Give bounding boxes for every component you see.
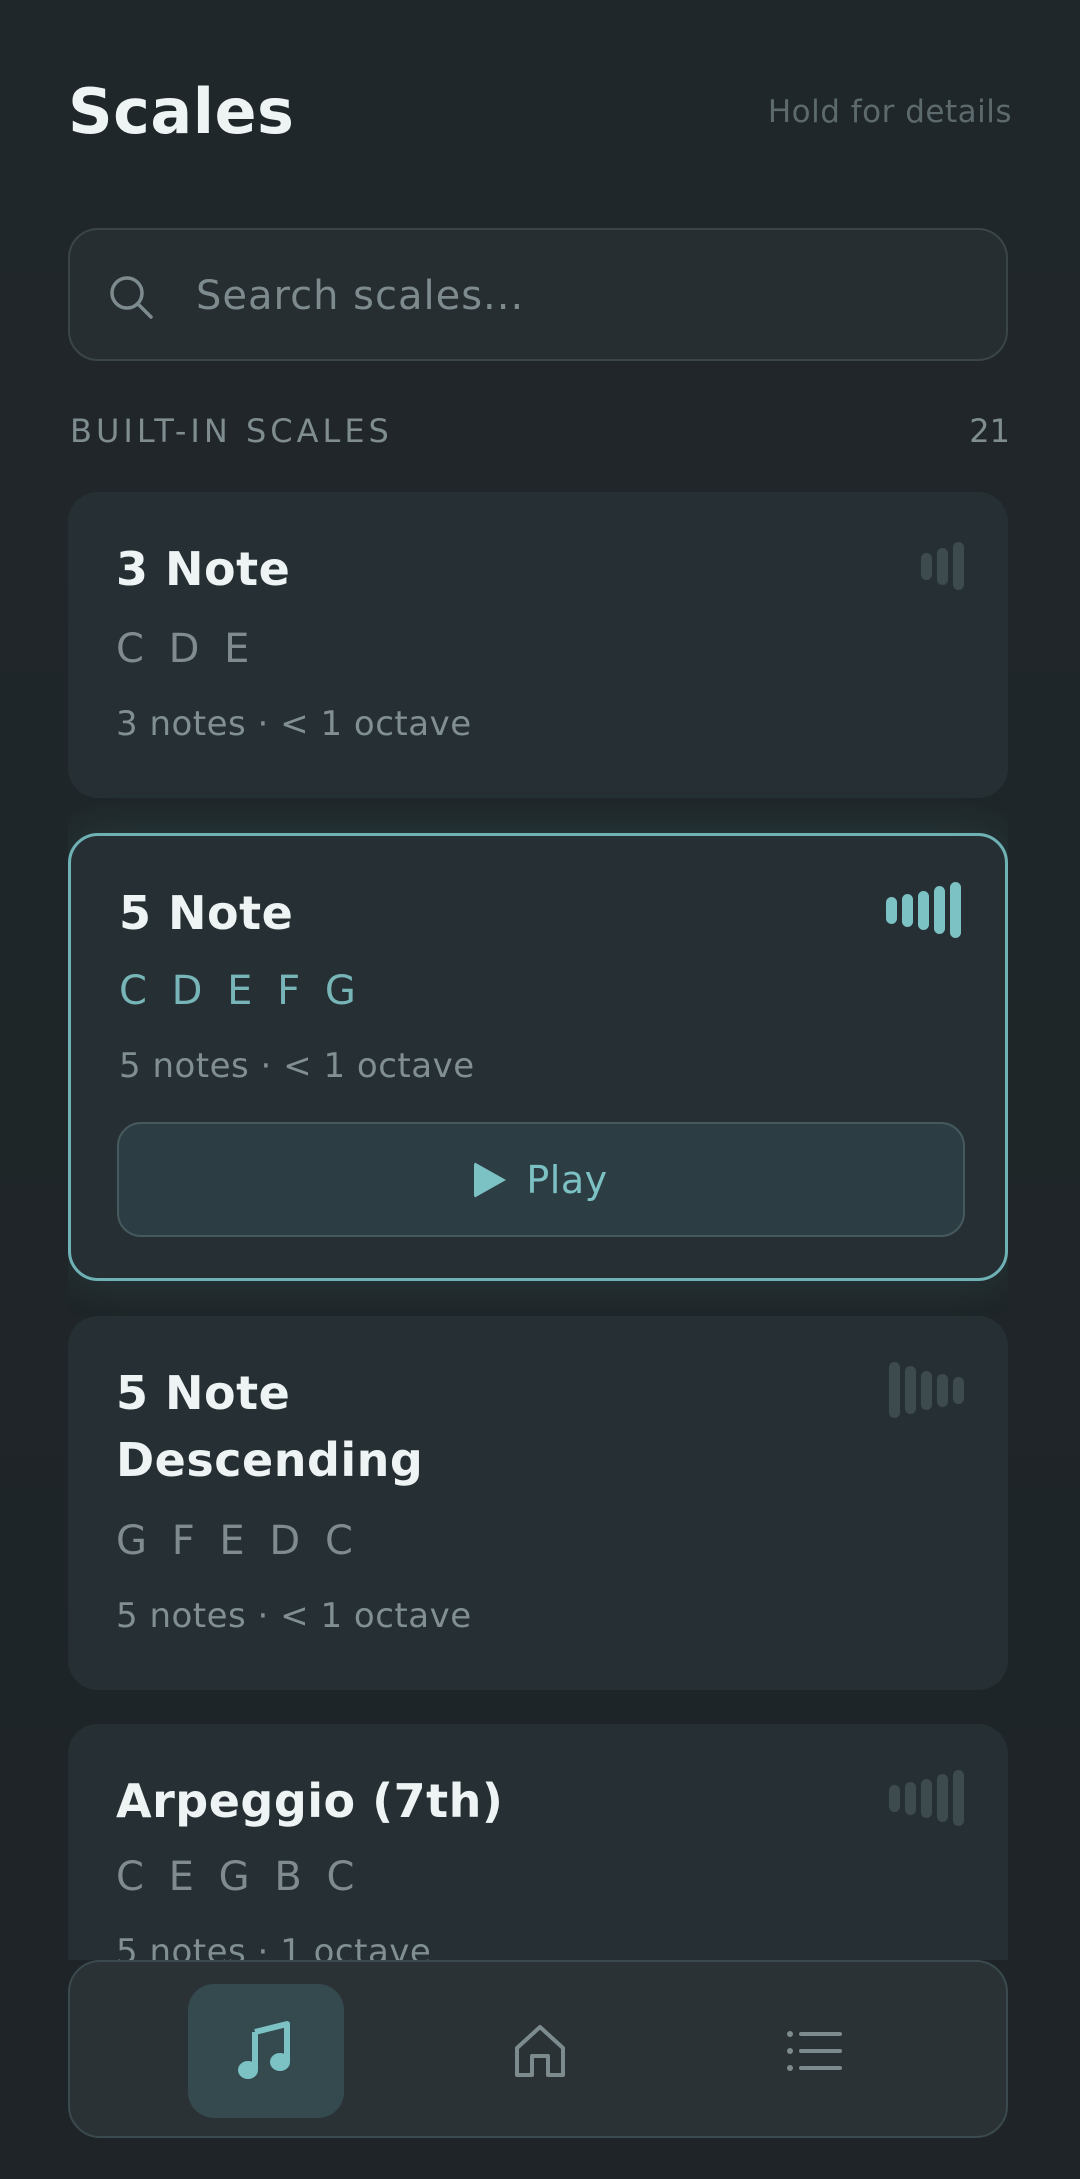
scale-card[interactable]: 5 Note Descending G F E D C 5 notes · < … [68,1316,1008,1690]
bar [950,882,961,938]
bar [918,890,929,930]
nav-home[interactable] [462,1984,618,2118]
bar [902,893,913,927]
bar [953,542,964,590]
bar [921,552,932,580]
header: Scales Hold for details [68,72,1012,152]
scale-notes: C D E F G [119,968,362,1014]
section-title: BUILT-IN SCALES [70,412,393,450]
home-icon [515,2025,565,2077]
bar [937,1774,948,1822]
scale-card[interactable]: 3 Note C D E 3 notes · < 1 octave [68,492,1008,798]
play-label: Play [526,1157,608,1202]
play-button[interactable]: Play [117,1122,965,1237]
bar [889,1784,900,1812]
bar [921,1370,932,1410]
scale-name: Arpeggio (7th) [116,1774,504,1828]
bar [953,1376,964,1404]
bar [937,1373,948,1407]
scale-name: 5 Note Descending [116,1366,424,1487]
descending-bars-icon [889,1362,964,1418]
bar [934,886,945,934]
scales-screen: Scales Hold for details BUILT-IN SCALES … [0,0,1080,2179]
hold-hint: Hold for details [767,94,1012,130]
section-header: BUILT-IN SCALES 21 [70,412,1010,452]
ascending-bars-icon [886,882,961,938]
search-bar[interactable] [68,228,1008,361]
list-icon [787,2031,842,2071]
bottom-nav [68,1960,1008,2138]
scale-card-selected[interactable]: 5 Note C D E F G 5 notes · < 1 octave Pl… [68,833,1008,1281]
play-icon [474,1161,507,1198]
bar [937,547,948,585]
nav-scales[interactable] [188,1984,344,2118]
page-title: Scales [68,75,295,148]
scale-meta: 5 notes · < 1 octave [116,1596,472,1636]
scale-count: 21 [969,412,1010,450]
scale-card[interactable]: Arpeggio (7th) C E G B C 5 notes · 1 oct… [68,1724,1008,1960]
bar [905,1366,916,1414]
music-note-icon [238,2021,290,2079]
search-icon [110,276,153,319]
scale-name: 5 Note [119,886,294,940]
scale-notes: G F E D C [116,1518,359,1564]
bar [921,1778,932,1818]
search-input[interactable] [194,230,978,361]
scale-name: 3 Note [116,542,291,596]
nav-list[interactable] [736,1984,892,2118]
ascending-bars-icon [921,538,964,594]
scale-notes: C D E [116,626,256,672]
bar [953,1770,964,1826]
bar [886,896,897,924]
scale-meta: 5 notes · < 1 octave [119,1046,475,1086]
scale-meta: 5 notes · 1 octave [116,1932,432,1960]
scale-notes: C E G B C [116,1854,361,1900]
ascending-bars-icon [889,1770,964,1826]
scale-list: 3 Note C D E 3 notes · < 1 octave 5 Note… [68,492,1008,1960]
scale-meta: 3 notes · < 1 octave [116,704,472,744]
bar [905,1781,916,1815]
bar [889,1362,900,1418]
